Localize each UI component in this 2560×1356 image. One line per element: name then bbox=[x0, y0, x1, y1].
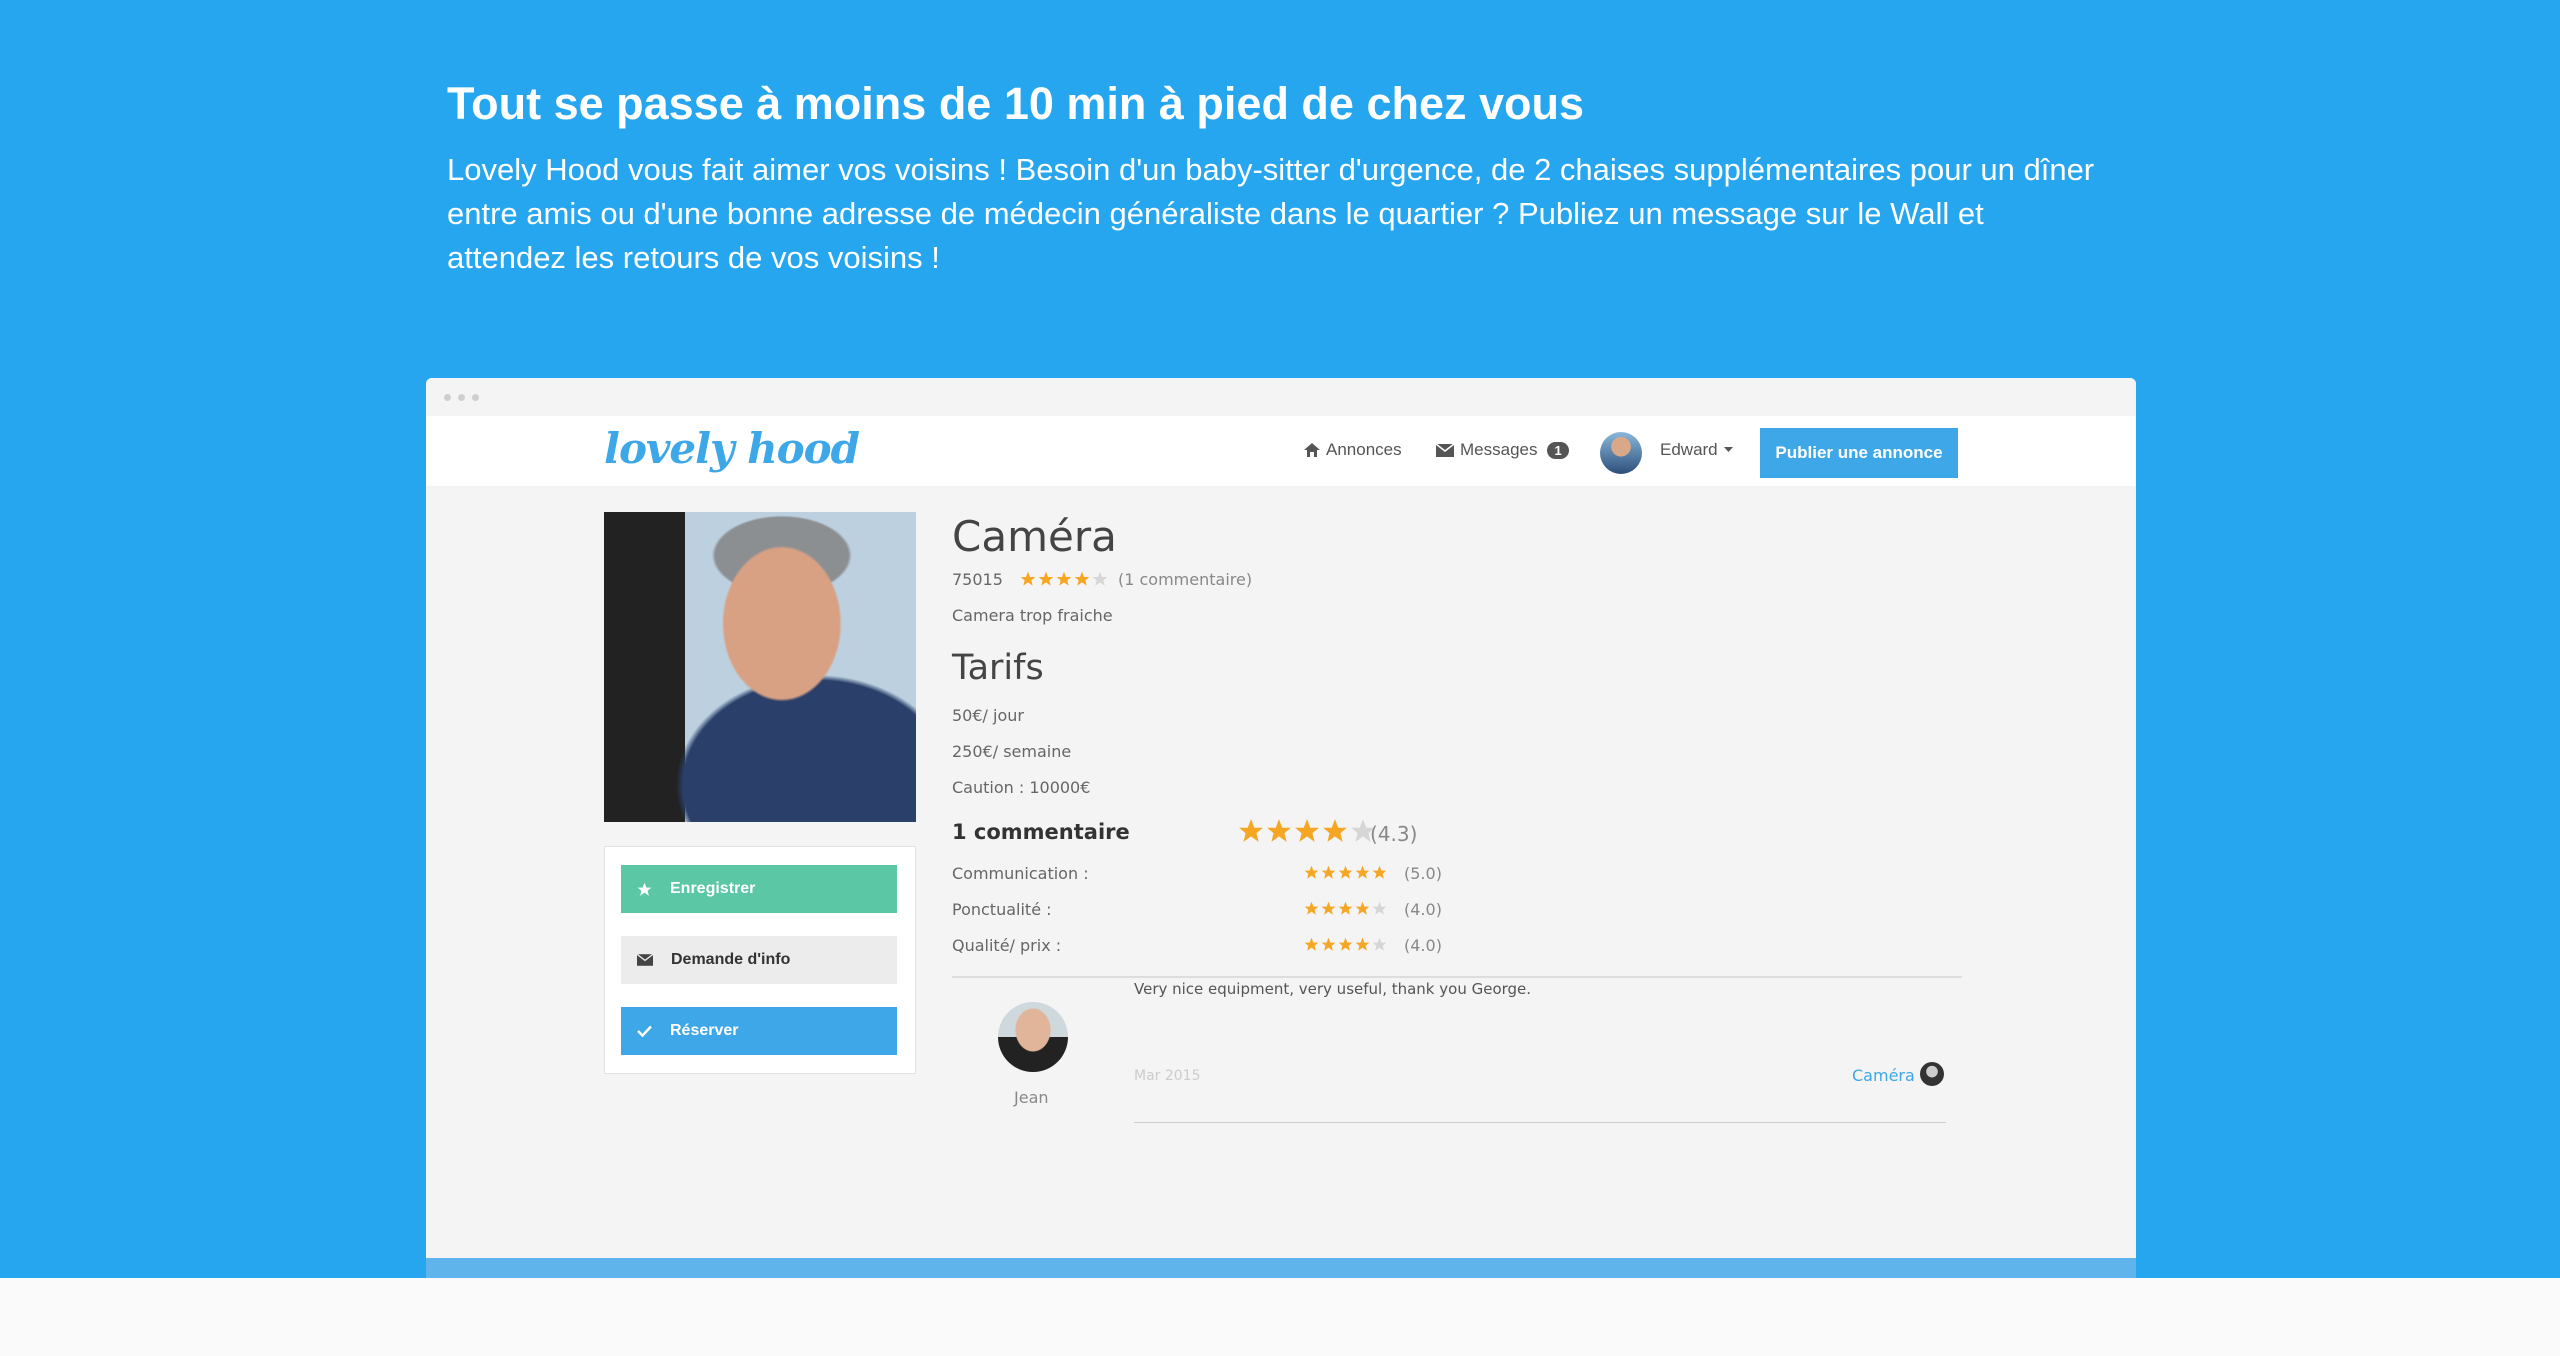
envelope-icon bbox=[637, 954, 653, 966]
listing-description: Camera trop fraiche bbox=[952, 606, 1113, 625]
star-filled-icon bbox=[1056, 571, 1072, 586]
criteria-label: Qualité/ prix : bbox=[952, 936, 1062, 955]
star-filled-icon bbox=[1304, 865, 1319, 879]
browser-mockup: lovely hood Annonces Messages 1 Edward P… bbox=[426, 378, 2136, 1278]
listing-photo bbox=[604, 512, 916, 822]
overall-value: (4.3) bbox=[1370, 822, 1418, 846]
star-filled-icon bbox=[1074, 571, 1090, 586]
star-filled-icon bbox=[1355, 901, 1370, 915]
price-week: 250€/ semaine bbox=[952, 742, 1072, 761]
criteria-stars bbox=[1304, 937, 1387, 952]
listing-comments-count[interactable]: (1 commentaire) bbox=[1118, 570, 1252, 589]
star-filled-icon bbox=[1321, 937, 1336, 951]
user-menu[interactable]: Edward bbox=[1660, 440, 1733, 460]
info-request-button[interactable]: Demande d'info bbox=[621, 936, 897, 984]
overall-rating bbox=[1238, 818, 1376, 844]
price-day: 50€/ jour bbox=[952, 706, 1024, 725]
logo[interactable]: lovely hood bbox=[604, 424, 860, 473]
browser-bottom-bar bbox=[426, 1258, 2136, 1278]
publish-button[interactable]: Publier une annonce bbox=[1760, 428, 1958, 478]
star-filled-icon bbox=[1355, 865, 1370, 879]
envelope-icon bbox=[1436, 443, 1454, 457]
star-filled-icon bbox=[1321, 865, 1336, 879]
hero-text: Lovely Hood vous fait aimer vos voisins … bbox=[447, 152, 2095, 275]
criteria-stars bbox=[1304, 901, 1387, 916]
criteria-label: Communication : bbox=[952, 864, 1089, 883]
star-empty-icon bbox=[1372, 937, 1387, 951]
prices-title: Tarifs bbox=[952, 648, 1044, 688]
user-name: Edward bbox=[1660, 440, 1718, 459]
star-filled-icon bbox=[1338, 901, 1353, 915]
navbar: lovely hood Annonces Messages 1 Edward P… bbox=[426, 416, 2136, 486]
criteria-value: (5.0) bbox=[1404, 864, 1442, 883]
messages-badge: 1 bbox=[1547, 441, 1569, 459]
book-button[interactable]: Réserver bbox=[621, 1007, 897, 1055]
reviewer-name: Jean bbox=[1014, 1088, 1049, 1107]
star-filled-icon bbox=[1338, 865, 1353, 879]
info-label: Demande d'info bbox=[671, 951, 791, 968]
hero-title: Tout se passe à moins de 10 min à pied d… bbox=[447, 78, 1585, 129]
criteria-label: Ponctualité : bbox=[952, 900, 1052, 919]
window-dot bbox=[444, 394, 451, 401]
nav-annonces-label: Annonces bbox=[1326, 440, 1402, 459]
star-filled-icon bbox=[1295, 819, 1319, 842]
check-icon bbox=[637, 1025, 652, 1037]
save-button[interactable]: Enregistrer bbox=[621, 865, 897, 913]
criteria-value: (4.0) bbox=[1404, 900, 1442, 919]
star-filled-icon bbox=[1239, 819, 1263, 842]
star-filled-icon bbox=[1304, 937, 1319, 951]
caret-down-icon bbox=[1723, 447, 1733, 452]
nav-messages-label: Messages bbox=[1460, 440, 1538, 459]
criteria-stars bbox=[1304, 865, 1387, 880]
reviewer-avatar[interactable] bbox=[998, 1002, 1068, 1072]
star-filled-icon bbox=[1267, 819, 1291, 842]
star-icon bbox=[637, 882, 652, 896]
review-text: Very nice equipment, very useful, thank … bbox=[1134, 980, 1532, 998]
star-filled-icon bbox=[1338, 937, 1353, 951]
review-listing-link[interactable]: Caméra bbox=[1852, 1066, 1915, 1085]
star-filled-icon bbox=[1038, 571, 1054, 586]
actions-card: Enregistrer Demande d'info Réserver bbox=[604, 846, 916, 1074]
browser-bar bbox=[426, 378, 2136, 416]
criteria-value: (4.0) bbox=[1404, 936, 1442, 955]
save-label: Enregistrer bbox=[670, 880, 756, 897]
nav-messages[interactable]: Messages 1 bbox=[1436, 440, 1569, 460]
star-empty-icon bbox=[1372, 901, 1387, 915]
star-filled-icon bbox=[1372, 865, 1387, 879]
reviews-header: 1 commentaire bbox=[952, 820, 1130, 844]
listing-thumb-avatar bbox=[1920, 1062, 1944, 1086]
listing-title: Caméra bbox=[952, 512, 1117, 561]
window-dot bbox=[472, 394, 479, 401]
review-date: Mar 2015 bbox=[1134, 1068, 1201, 1084]
divider bbox=[952, 976, 1962, 978]
hero-section: Tout se passe à moins de 10 min à pied d… bbox=[0, 0, 2560, 1278]
book-label: Réserver bbox=[670, 1022, 739, 1039]
window-dot bbox=[458, 394, 465, 401]
star-filled-icon bbox=[1304, 901, 1319, 915]
review-divider bbox=[1134, 1122, 1946, 1123]
star-filled-icon bbox=[1355, 937, 1370, 951]
star-filled-icon bbox=[1020, 571, 1036, 586]
listing-postcode: 75015 bbox=[952, 570, 1003, 589]
nav-annonces[interactable]: Annonces bbox=[1304, 440, 1402, 460]
user-avatar[interactable] bbox=[1600, 432, 1642, 474]
home-icon bbox=[1304, 443, 1320, 457]
deposit: Caution : 10000€ bbox=[952, 778, 1091, 797]
star-empty-icon bbox=[1092, 571, 1108, 586]
listing-rating bbox=[1020, 571, 1108, 587]
star-filled-icon bbox=[1321, 901, 1336, 915]
star-filled-icon bbox=[1323, 819, 1347, 842]
